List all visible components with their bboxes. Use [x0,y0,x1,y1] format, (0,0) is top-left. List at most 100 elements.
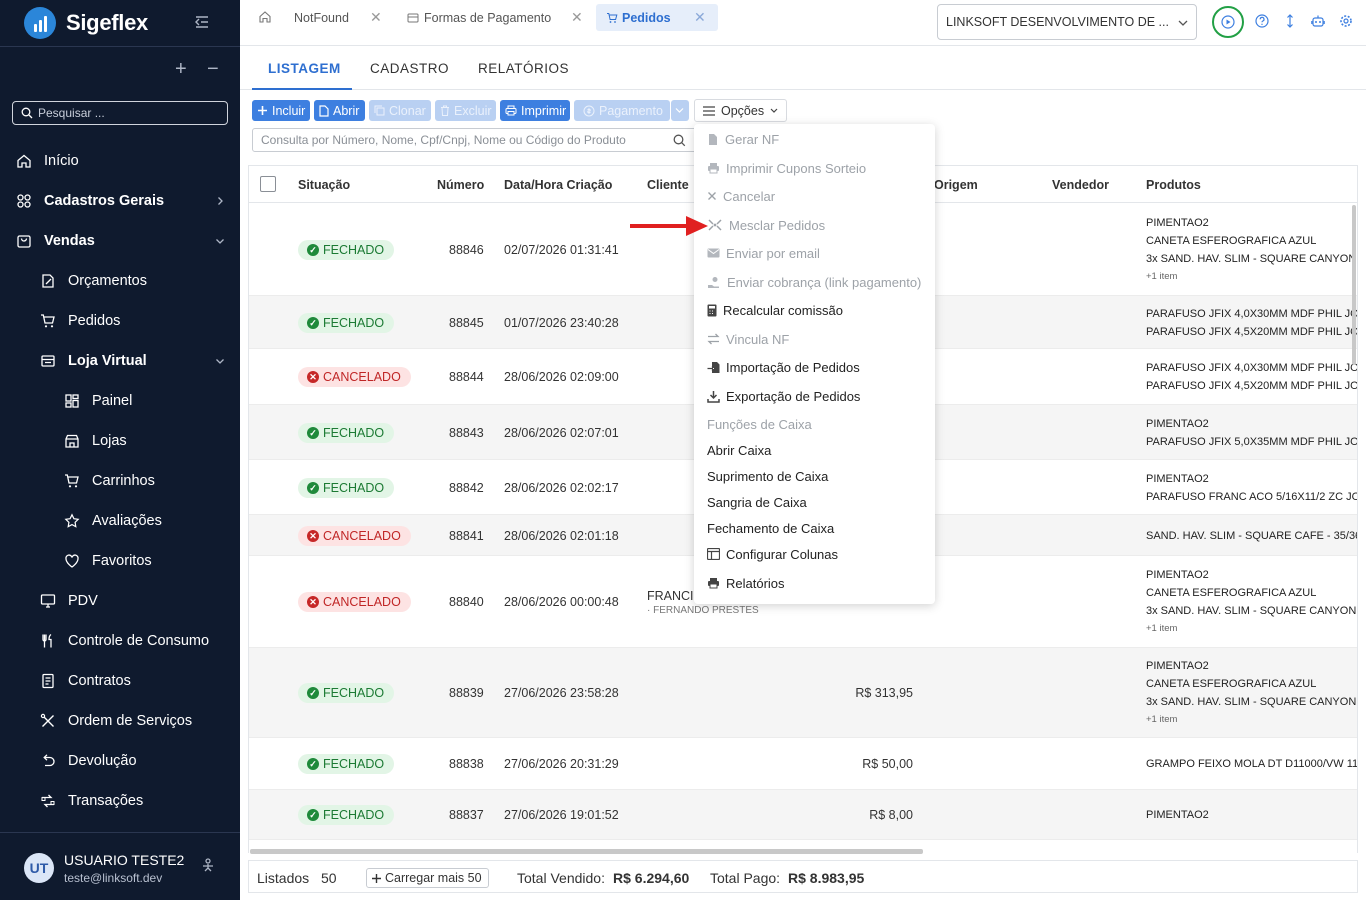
clonar-button[interactable]: Clonar [369,100,431,121]
collapse-all-icon[interactable]: − [207,59,219,79]
table-row[interactable]: ✓ FECHADO 88839 27/06/2026 23:58:28 R$ 313,9… [249,648,1357,738]
menu-item-imprimir-cupons-sorteio[interactable]: Imprimir Cupons Sorteio [707,158,866,178]
tab-formas-pagamento[interactable]: Formas de Pagamento ✕ [407,4,585,31]
top-bar: NotFound ✕ Formas de Pagamento ✕ Pedidos… [240,0,1366,46]
vertical-scrollbar[interactable] [1352,205,1356,365]
close-tab-icon[interactable]: ✕ [571,9,583,26]
tab-notfound[interactable]: NotFound ✕ [294,4,390,31]
menu-item-gerar-nf[interactable]: Gerar NF [707,129,779,149]
sidebar-item-cadastros-gerais[interactable]: Cadastros Gerais [0,181,240,221]
sidebar-item-controle-de-consumo[interactable]: Controle de Consumo [0,621,240,661]
header-situacao[interactable]: Situação [298,178,350,192]
sidebar-item-ordem-de-servicos[interactable]: Ordem de Serviços [0,701,240,741]
incluir-button[interactable]: Incluir [252,100,310,121]
avatar[interactable]: UT [24,853,54,883]
menu-item-mesclar-pedidos[interactable]: Mesclar Pedidos [707,215,825,235]
sidebar-item-lojas[interactable]: Lojas [0,421,240,461]
header-vendedor[interactable]: Vendedor [1052,178,1109,192]
order-date: 27/06/2026 23:58:28 [504,686,619,700]
header-cliente[interactable]: Cliente [647,178,689,192]
home-tab-icon[interactable] [258,10,272,24]
sidebar-item-pdv[interactable]: PDV [0,581,240,621]
gear-icon[interactable] [1339,14,1353,28]
sidebar-item-contratos[interactable]: Contratos [0,661,240,701]
sidebar-item-label: Devolução [68,753,137,769]
header-produtos[interactable]: Produtos [1146,178,1201,192]
collapse-sidebar-icon[interactable] [193,13,211,31]
status-label: FECHADO [323,686,385,700]
subtab-listagem[interactable]: LISTAGEM [268,61,341,76]
header-data[interactable]: Data/Hora Criação [504,178,612,192]
menu-item-sangria-de-caixa[interactable]: Sangria de Caixa [707,492,807,512]
more-items[interactable]: +1 item [1146,268,1357,286]
sidebar-item-loja-virtual[interactable]: Loja Virtual [0,341,240,381]
sidebar-item-label: Orçamentos [68,273,147,289]
select-all-checkbox[interactable] [260,176,276,192]
user-settings-icon[interactable] [199,857,215,873]
menu-item-recalcular-comissao[interactable]: Recalcular comissão [707,300,843,320]
horizontal-scrollbar[interactable] [250,849,923,854]
sidebar-item-label: Controle de Consumo [68,633,210,649]
menu-item-configurar-colunas[interactable]: Configurar Colunas [707,544,838,564]
pagamento-dropdown-button[interactable] [671,100,689,121]
table-row[interactable]: ✓ FECHADO 88837 27/06/2026 19:01:52 R$ 8,00 P… [249,790,1357,840]
expand-all-icon[interactable]: + [175,59,187,79]
menu-item-suprimento-de-caixa[interactable]: Suprimento de Caixa [707,466,828,486]
close-tab-icon[interactable]: ✕ [370,9,382,26]
abrir-button[interactable]: Abrir [314,100,365,121]
sidebar-item-carrinhos[interactable]: Carrinhos [0,461,240,501]
sidebar-item-avaliacoes[interactable]: Avaliações [0,501,240,541]
subtab-relatorios[interactable]: RELATÓRIOS [478,61,569,76]
sidebar-item-vendas[interactable]: Vendas [0,221,240,261]
product-line: PARAFUSO JFIX 5,0X35MM MDF PHIL JO [1146,436,1358,448]
cart-icon [65,474,79,488]
menu-item-vincula-nf[interactable]: Vincula NF [707,329,789,349]
opcoes-button[interactable]: Opções [694,99,787,122]
sidebar-item-favoritos[interactable]: Favoritos [0,541,240,581]
sidebar-item-inicio[interactable]: Início [0,141,240,181]
orders-search-input[interactable] [261,133,661,147]
product-line: PIMENTAO2 [1146,809,1209,821]
menu-item-cancelar[interactable]: Cancelar [707,186,775,206]
load-more-button[interactable]: Carregar mais 50 [366,868,489,888]
menu-item-relatorios[interactable]: Relatórios [707,573,785,593]
sidebar-item-painel[interactable]: Painel [0,381,240,421]
opcoes-dropdown-menu: Gerar NF Imprimir Cupons Sorteio Cancelar M… [694,124,935,604]
subtab-cadastro[interactable]: CADASTRO [370,61,449,76]
tab-pedidos[interactable]: Pedidos ✕ [596,4,718,31]
header-numero[interactable]: Número [437,178,484,192]
sidebar-search-input[interactable] [38,106,218,120]
check-circle-icon: ✓ [307,244,319,256]
orders-search[interactable] [252,128,697,152]
menu-item-exportacao-de-pedidos[interactable]: Exportação de Pedidos [707,386,860,406]
header-origem[interactable]: Origem [934,178,978,192]
company-select[interactable]: LINKSOFT DESENVOLVIMENTO DE ... [937,4,1197,40]
more-items[interactable]: +1 item [1146,711,1357,729]
table-row[interactable]: ✓ FECHADO 88838 27/06/2026 20:31:29 R$ 50,00… [249,738,1357,790]
sidebar-item-label: PDV [68,593,98,609]
play-button[interactable] [1212,6,1244,38]
sidebar-search[interactable] [12,101,228,125]
chevron-down-icon [216,239,224,244]
menu-item-importacao-de-pedidos[interactable]: Importação de Pedidos [707,357,860,377]
robot-icon[interactable] [1311,14,1325,28]
menu-item-fechamento-de-caixa[interactable]: Fechamento de Caixa [707,518,834,538]
sort-icon[interactable] [1283,14,1297,28]
pagamento-button[interactable]: Pagamento [574,100,670,121]
menu-item-abrir-caixa[interactable]: Abrir Caixa [707,440,771,460]
excluir-button[interactable]: Excluir [435,100,496,121]
order-number: 88841 [449,529,484,543]
sidebar-item-orcamentos[interactable]: Orçamentos [0,261,240,301]
sidebar-item-devolucao[interactable]: Devolução [0,741,240,781]
imprimir-button[interactable]: Imprimir [500,100,570,121]
search-icon[interactable] [673,134,686,147]
help-icon[interactable] [1255,14,1269,28]
close-tab-icon[interactable]: ✕ [694,9,706,26]
sidebar-item-label: Avaliações [92,513,162,529]
sidebar-item-transacoes[interactable]: Transações [0,781,240,821]
more-items[interactable]: +1 item [1146,620,1357,638]
menu-item-enviar-cobranca-link-pagamento[interactable]: Enviar cobrança (link pagamento) [707,272,921,292]
play-icon [1221,15,1235,29]
sidebar-item-pedidos[interactable]: Pedidos [0,301,240,341]
menu-item-enviar-por-email[interactable]: Enviar por email [707,243,820,263]
